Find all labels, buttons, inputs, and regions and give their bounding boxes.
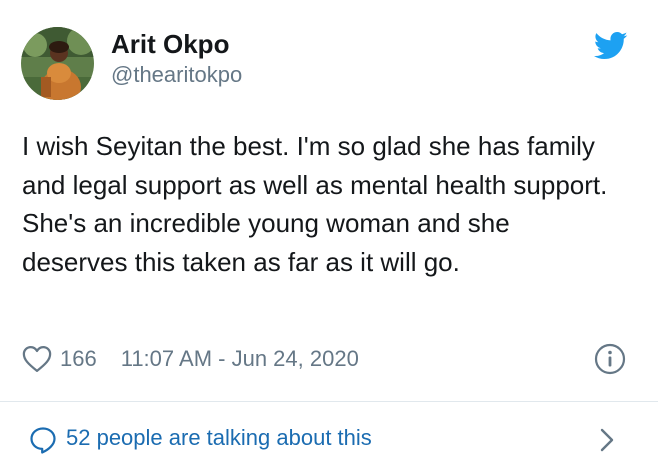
info-icon[interactable]: [594, 343, 626, 375]
twitter-bird-icon[interactable]: [593, 31, 628, 61]
tweet-meta-row: 166 11:07 AM - Jun 24, 2020: [22, 342, 359, 376]
tweet-timestamp[interactable]: 11:07 AM - Jun 24, 2020: [121, 346, 359, 372]
avatar[interactable]: [21, 27, 94, 100]
author-handle[interactable]: @thearitokpo: [111, 61, 242, 89]
conversation-link[interactable]: 52 people are talking about this: [0, 402, 658, 460]
tweet-text: I wish Seyitan the best. I'm so glad she…: [22, 131, 608, 277]
like-count[interactable]: 166: [60, 346, 97, 372]
chevron-right-icon[interactable]: [598, 427, 616, 453]
author-display-name[interactable]: Arit Okpo: [111, 28, 229, 60]
speech-bubble-icon: [29, 426, 57, 454]
heart-icon[interactable]: [22, 345, 52, 373]
conversation-label[interactable]: 52 people are talking about this: [66, 423, 372, 453]
